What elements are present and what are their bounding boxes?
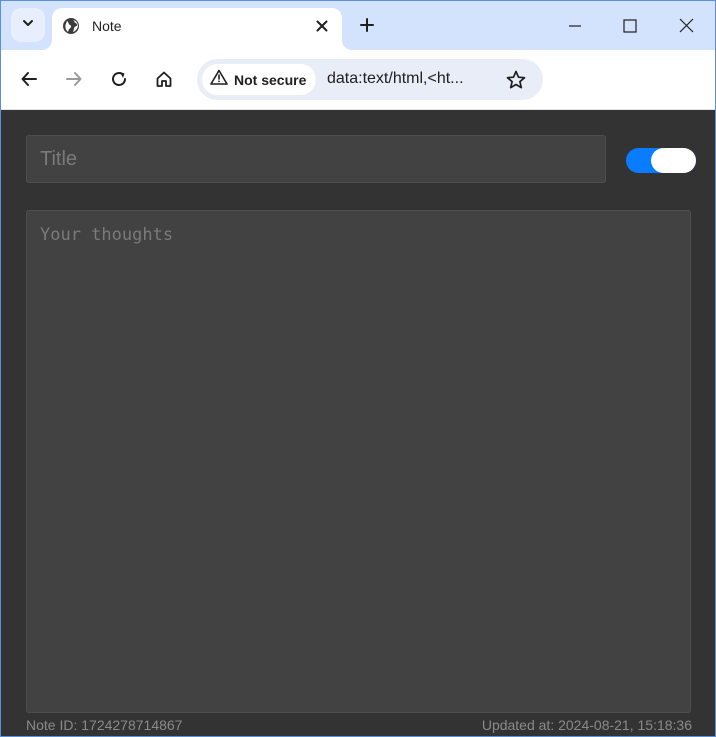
title-input[interactable] xyxy=(26,135,606,183)
tab-search-button[interactable] xyxy=(11,8,45,42)
back-button[interactable] xyxy=(14,64,44,94)
note-page: Note ID: 1724278714867 Updated at: 2024-… xyxy=(1,110,715,736)
tab-title: Note xyxy=(92,18,122,34)
browser-window: Note Not secure data:text/html,<ht... Ti… xyxy=(0,0,716,737)
arrow-left-icon xyxy=(21,72,37,86)
forward-button[interactable] xyxy=(59,64,89,94)
reload-icon xyxy=(112,72,126,86)
bookmark-star-button[interactable] xyxy=(505,69,527,91)
toggle-knob xyxy=(651,148,696,173)
chevron-down-icon xyxy=(21,16,35,35)
minimize-icon xyxy=(569,24,581,27)
maximize-icon xyxy=(623,18,637,33)
address-bar[interactable]: Not secure data:text/html,<ht... xyxy=(197,59,543,100)
url-text[interactable]: data:text/html,<ht... xyxy=(327,70,464,88)
updated-at-text: Updated at: 2024-08-21, 15:18:36 xyxy=(481,717,692,733)
tab-strip: Note xyxy=(1,1,715,50)
security-label: Not secure xyxy=(234,71,307,88)
security-chip[interactable]: Not secure xyxy=(202,64,317,95)
thoughts-textarea[interactable] xyxy=(26,210,691,713)
maximize-button[interactable] xyxy=(601,1,659,50)
plus-icon xyxy=(360,18,374,32)
browser-toolbar: Not secure data:text/html,<ht... xyxy=(1,50,715,110)
note-id-text: Note ID: 1724278714867 xyxy=(26,717,183,733)
new-tab-button[interactable] xyxy=(353,11,381,39)
star-icon xyxy=(506,70,526,89)
close-icon xyxy=(316,20,328,32)
warning-icon xyxy=(210,69,228,90)
arrow-right-icon xyxy=(66,72,82,86)
tab-note[interactable]: Note xyxy=(52,8,342,50)
globe-icon xyxy=(62,17,80,35)
minimize-button[interactable] xyxy=(546,1,604,50)
home-button[interactable] xyxy=(149,64,179,94)
close-window-button[interactable] xyxy=(657,1,715,50)
tab-close-button[interactable] xyxy=(312,16,332,36)
home-icon xyxy=(156,71,172,87)
close-icon xyxy=(679,18,693,33)
reload-button[interactable] xyxy=(104,64,134,94)
toggle-switch[interactable] xyxy=(626,148,696,173)
